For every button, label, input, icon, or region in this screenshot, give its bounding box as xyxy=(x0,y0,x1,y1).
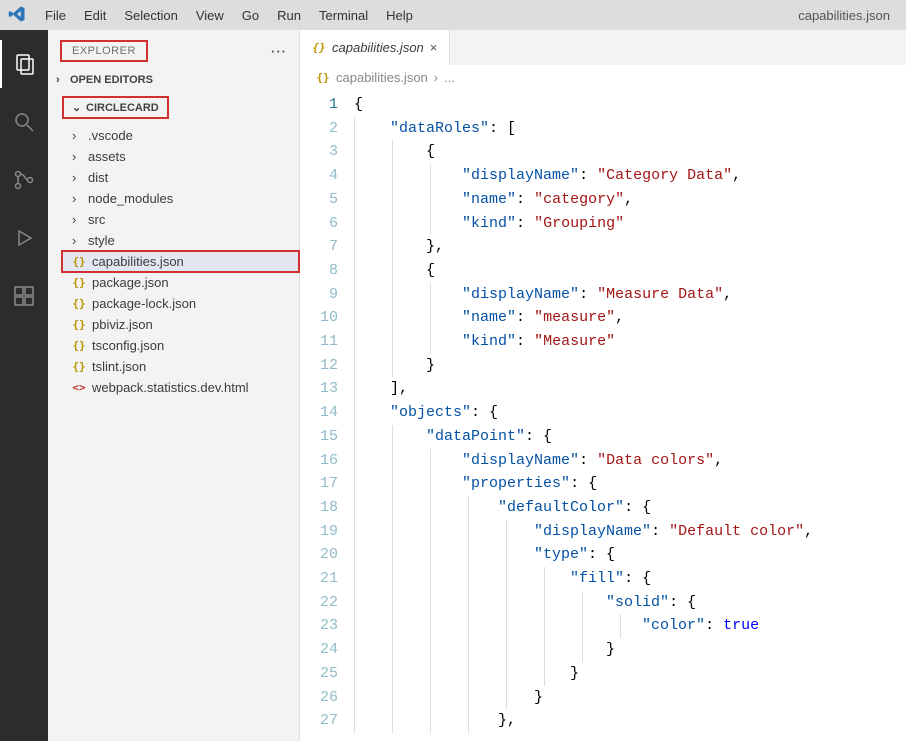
chevron-down-icon: ⌄ xyxy=(72,101,82,114)
chevron-right-icon: › xyxy=(72,170,82,185)
json-icon: {} xyxy=(72,255,86,268)
json-icon: {} xyxy=(312,41,326,54)
menu-view[interactable]: View xyxy=(187,6,233,25)
explorer-icon[interactable] xyxy=(0,40,48,88)
json-icon: {} xyxy=(316,71,330,84)
editor: {} capabilities.json × {} capabilities.j… xyxy=(300,30,906,741)
file-label: tslint.json xyxy=(92,359,146,374)
folder-label: dist xyxy=(88,170,108,185)
menu-go[interactable]: Go xyxy=(233,6,268,25)
chevron-right-icon: › xyxy=(72,149,82,164)
file-capabilities-json[interactable]: {} capabilities.json xyxy=(62,251,299,272)
chevron-right-icon: › xyxy=(434,70,438,85)
line-gutter: 1234567891011121314151617181920212223242… xyxy=(306,89,354,741)
breadcrumb[interactable]: {} capabilities.json › ... xyxy=(300,65,906,89)
tab-capabilities[interactable]: {} capabilities.json × xyxy=(300,30,450,65)
activity-bar xyxy=(0,30,48,741)
sidebar: EXPLORER ··· › OPEN EDITORS ⌄ CIRCLECARD… xyxy=(48,30,300,741)
open-editors-label: OPEN EDITORS xyxy=(70,74,153,86)
file-tree: › .vscode › assets › dist › node_modules › src › st… xyxy=(48,125,299,398)
chevron-right-icon: › xyxy=(56,74,66,86)
sidebar-title: EXPLORER xyxy=(60,40,148,62)
json-icon: {} xyxy=(72,360,86,373)
open-editors-section[interactable]: › OPEN EDITORS xyxy=(48,70,299,90)
vs-logo-icon xyxy=(8,5,32,26)
project-label: CIRCLECARD xyxy=(86,102,159,114)
folder--vscode[interactable]: › .vscode xyxy=(62,125,299,146)
code-body[interactable]: { "dataRoles": [ { "displayName": "Categ… xyxy=(354,89,906,741)
breadcrumb-more: ... xyxy=(444,70,455,85)
code-area[interactable]: 1234567891011121314151617181920212223242… xyxy=(300,89,906,741)
file-webpack-statistics-dev-html[interactable]: <> webpack.statistics.dev.html xyxy=(62,377,299,398)
file-label: webpack.statistics.dev.html xyxy=(92,380,249,395)
tab-label: capabilities.json xyxy=(332,40,424,55)
folder-label: assets xyxy=(88,149,126,164)
file-label: tsconfig.json xyxy=(92,338,164,353)
file-label: package-lock.json xyxy=(92,296,196,311)
folder-label: .vscode xyxy=(88,128,133,143)
folder-style[interactable]: › style xyxy=(62,230,299,251)
close-icon[interactable]: × xyxy=(430,40,438,55)
debug-icon[interactable] xyxy=(0,214,48,262)
sidebar-more-icon[interactable]: ··· xyxy=(271,44,287,59)
chevron-right-icon: › xyxy=(72,233,82,248)
folder-label: node_modules xyxy=(88,191,173,206)
folder-assets[interactable]: › assets xyxy=(62,146,299,167)
folder-node-modules[interactable]: › node_modules xyxy=(62,188,299,209)
chevron-right-icon: › xyxy=(72,128,82,143)
menu-edit[interactable]: Edit xyxy=(75,6,115,25)
json-icon: {} xyxy=(72,297,86,310)
menu-help[interactable]: Help xyxy=(377,6,422,25)
breadcrumb-file: capabilities.json xyxy=(336,70,428,85)
file-package-json[interactable]: {} package.json xyxy=(62,272,299,293)
menu-run[interactable]: Run xyxy=(268,6,310,25)
tab-bar: {} capabilities.json × xyxy=(300,30,906,65)
file-tslint-json[interactable]: {} tslint.json xyxy=(62,356,299,377)
menu-selection[interactable]: Selection xyxy=(115,6,186,25)
json-icon: {} xyxy=(72,318,86,331)
folder-label: src xyxy=(88,212,105,227)
search-icon[interactable] xyxy=(0,98,48,146)
file-tsconfig-json[interactable]: {} tsconfig.json xyxy=(62,335,299,356)
extensions-icon[interactable] xyxy=(0,272,48,320)
json-icon: {} xyxy=(72,339,86,352)
html-icon: <> xyxy=(72,381,86,394)
json-icon: {} xyxy=(72,276,86,289)
file-label: package.json xyxy=(92,275,169,290)
scm-icon[interactable] xyxy=(0,156,48,204)
file-package-lock-json[interactable]: {} package-lock.json xyxy=(62,293,299,314)
file-label: capabilities.json xyxy=(92,254,184,269)
window-title: capabilities.json xyxy=(798,8,898,23)
chevron-right-icon: › xyxy=(72,212,82,227)
folder-label: style xyxy=(88,233,115,248)
menu-file[interactable]: File xyxy=(36,6,75,25)
chevron-right-icon: › xyxy=(72,191,82,206)
menubar: FileEditSelectionViewGoRunTerminalHelp c… xyxy=(0,0,906,30)
folder-src[interactable]: › src xyxy=(62,209,299,230)
folder-dist[interactable]: › dist xyxy=(62,167,299,188)
menu-terminal[interactable]: Terminal xyxy=(310,6,377,25)
file-pbiviz-json[interactable]: {} pbiviz.json xyxy=(62,314,299,335)
file-label: pbiviz.json xyxy=(92,317,153,332)
project-section[interactable]: ⌄ CIRCLECARD xyxy=(54,92,293,123)
